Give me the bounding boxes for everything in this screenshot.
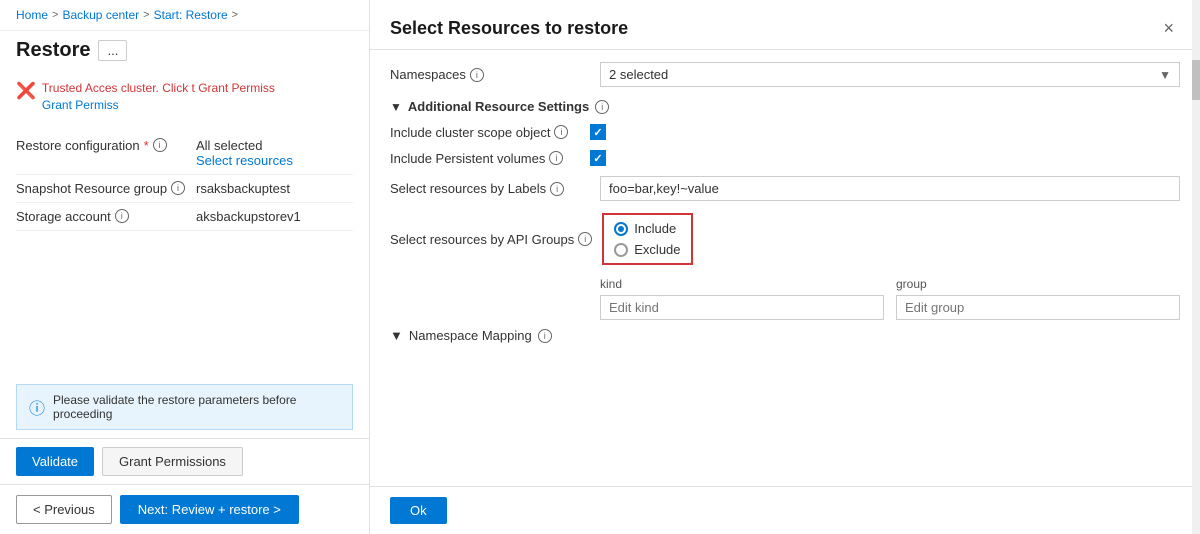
include-radio-option[interactable]: Include <box>614 221 680 236</box>
include-cluster-row: Include cluster scope object i <box>390 124 1180 140</box>
dialog-footer: Ok <box>370 486 1200 534</box>
select-by-labels-info[interactable]: i <box>550 182 564 196</box>
include-cluster-checkbox[interactable] <box>590 124 606 140</box>
additional-settings-title: Additional Resource Settings <box>408 99 589 114</box>
breadcrumb: Home > Backup center > Start: Restore > <box>0 0 369 31</box>
restore-config-required: * <box>144 138 149 153</box>
include-radio-button[interactable] <box>614 222 628 236</box>
breadcrumb-sep1: > <box>52 9 58 21</box>
namespace-mapping-chevron-icon: ▼ <box>390 328 403 343</box>
namespace-mapping-label: Namespace Mapping <box>409 328 532 343</box>
storage-account-value: aksbackupstorev1 <box>196 209 301 224</box>
next-button[interactable]: Next: Review + restore > <box>120 495 299 524</box>
select-resources-link[interactable]: Select resources <box>196 153 293 168</box>
additional-settings-section[interactable]: ▼ Additional Resource Settings i <box>390 99 1180 114</box>
collapse-chevron-icon: ▼ <box>390 100 402 114</box>
namespaces-value: 2 selected <box>609 67 1159 82</box>
kind-input[interactable] <box>600 295 884 320</box>
select-by-labels-input[interactable] <box>600 176 1180 201</box>
chevron-down-icon: ▼ <box>1159 68 1171 82</box>
kind-column: kind <box>600 277 884 320</box>
namespaces-info[interactable]: i <box>470 68 484 82</box>
select-resources-dialog: Select Resources to restore × Namespaces… <box>370 0 1200 534</box>
snapshot-rg-label: Snapshot Resource group <box>16 181 167 196</box>
error-text: Trusted Acces cluster. Click t Grant Per… <box>42 80 275 114</box>
include-persistent-checkbox[interactable] <box>590 150 606 166</box>
scrollbar-track[interactable] <box>1192 0 1200 534</box>
restore-config-label: Restore configuration <box>16 138 140 153</box>
include-radio-label: Include <box>634 221 676 236</box>
exclude-radio-option[interactable]: Exclude <box>614 242 680 257</box>
api-groups-radio-group: Include Exclude <box>602 213 692 265</box>
scrollbar-thumb[interactable] <box>1192 60 1200 100</box>
additional-settings-info[interactable]: i <box>595 100 609 114</box>
more-button[interactable]: ... <box>98 40 127 61</box>
group-column: group <box>896 277 1180 320</box>
grant-permission-link[interactable]: Grant Permiss <box>42 98 119 112</box>
info-message: Please validate the restore parameters b… <box>53 393 340 421</box>
storage-account-info[interactable]: i <box>115 209 129 223</box>
breadcrumb-sep2: > <box>143 9 149 21</box>
previous-button[interactable]: < Previous <box>16 495 112 524</box>
info-banner: ⓘ Please validate the restore parameters… <box>16 384 353 430</box>
validate-button[interactable]: Validate <box>16 447 94 476</box>
error-banner: ❌ Trusted Acces cluster. Click t Grant P… <box>0 74 369 120</box>
left-panel: Home > Backup center > Start: Restore > … <box>0 0 370 534</box>
group-input[interactable] <box>896 295 1180 320</box>
action-buttons: Validate Grant Permissions <box>0 438 369 484</box>
select-by-api-label: Select resources by API Groups <box>390 232 574 247</box>
include-cluster-info[interactable]: i <box>554 125 568 139</box>
restore-config-info[interactable]: i <box>153 138 167 152</box>
grant-permissions-button[interactable]: Grant Permissions <box>102 447 243 476</box>
error-icon: ❌ <box>16 81 36 101</box>
storage-account-label: Storage account <box>16 209 111 224</box>
close-dialog-button[interactable]: × <box>1157 16 1180 41</box>
kind-group-row: kind group <box>600 277 1180 320</box>
namespaces-row: Namespaces i 2 selected ▼ <box>390 62 1180 87</box>
select-by-labels-label: Select resources by Labels <box>390 181 546 196</box>
breadcrumb-sep3: > <box>232 9 238 21</box>
info-icon: ⓘ <box>29 395 45 419</box>
snapshot-rg-value: rsaksbackuptest <box>196 181 290 196</box>
dialog-body: Namespaces i 2 selected ▼ ▼ Additional R… <box>370 50 1200 486</box>
namespaces-dropdown[interactable]: 2 selected ▼ <box>600 62 1180 87</box>
kind-column-label: kind <box>600 277 884 291</box>
include-persistent-label: Include Persistent volumes <box>390 151 545 166</box>
breadcrumb-start-restore[interactable]: Start: Restore <box>154 8 228 22</box>
exclude-radio-label: Exclude <box>634 242 680 257</box>
page-title: Restore <box>16 39 90 62</box>
select-by-api-row: Select resources by API Groups i Include… <box>390 213 1180 265</box>
form-rows: Restore configuration * i All selected S… <box>0 128 369 376</box>
form-row-restore-config: Restore configuration * i All selected S… <box>16 132 353 175</box>
select-by-labels-row: Select resources by Labels i <box>390 176 1180 201</box>
include-persistent-info[interactable]: i <box>549 151 563 165</box>
form-row-snapshot-rg: Snapshot Resource group i rsaksbackuptes… <box>16 175 353 203</box>
dialog-title: Select Resources to restore <box>390 18 628 39</box>
footer-nav: < Previous Next: Review + restore > <box>0 484 369 534</box>
restore-config-value: All selected <box>196 138 353 153</box>
group-column-label: group <box>896 277 1180 291</box>
namespaces-label: Namespaces <box>390 67 466 82</box>
exclude-radio-button[interactable] <box>614 243 628 257</box>
namespace-mapping-info[interactable]: i <box>538 329 552 343</box>
form-row-storage-account: Storage account i aksbackupstorev1 <box>16 203 353 231</box>
namespace-mapping-row[interactable]: ▼ Namespace Mapping i <box>390 328 1180 343</box>
ok-button[interactable]: Ok <box>390 497 447 524</box>
include-persistent-row: Include Persistent volumes i <box>390 150 1180 166</box>
breadcrumb-home[interactable]: Home <box>16 8 48 22</box>
select-by-api-info[interactable]: i <box>578 232 592 246</box>
dialog-header: Select Resources to restore × <box>370 0 1200 50</box>
breadcrumb-backup-center[interactable]: Backup center <box>62 8 139 22</box>
include-cluster-label: Include cluster scope object <box>390 125 550 140</box>
snapshot-rg-info[interactable]: i <box>171 181 185 195</box>
